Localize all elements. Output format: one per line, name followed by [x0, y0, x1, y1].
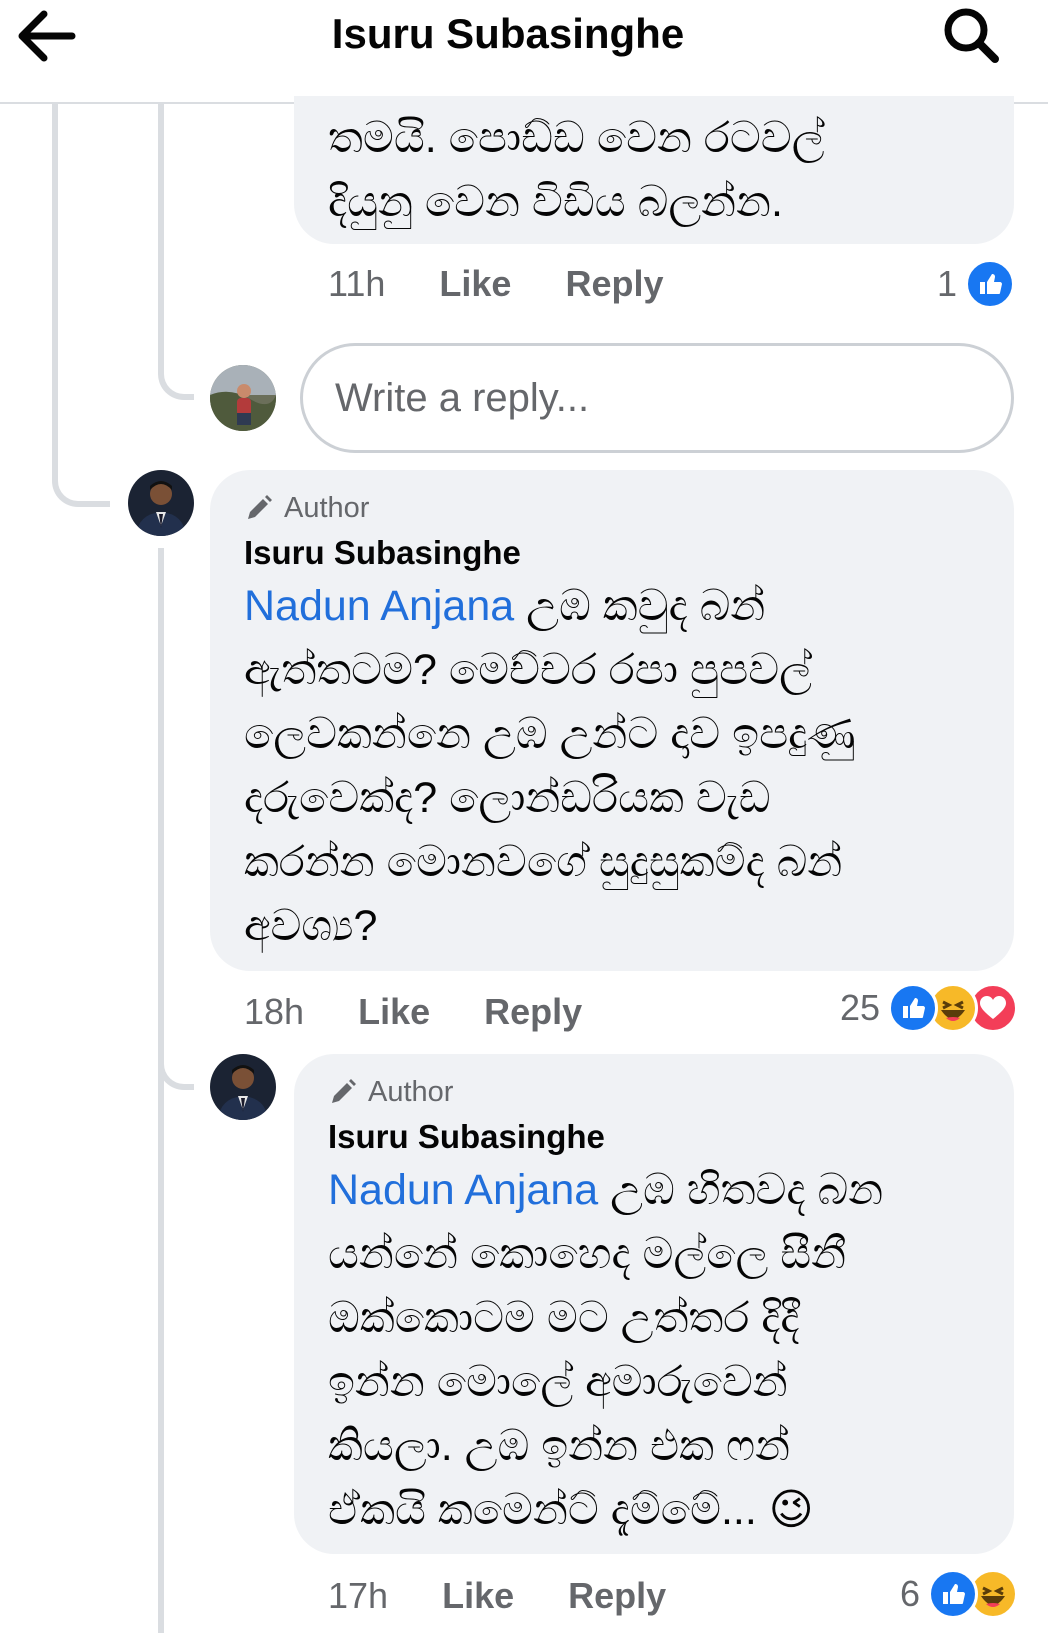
like-reaction-icon: [928, 1569, 978, 1619]
top-bar: Isuru Subasinghe: [0, 0, 1048, 104]
reply-button[interactable]: Reply: [568, 1572, 666, 1620]
thread-line-reply: [158, 548, 164, 1633]
comment-text-line: තමයි. පොඩ්ඩ වෙන රටවල්: [328, 114, 825, 162]
comment-text-segment: උඹ හිතවද බන: [598, 1166, 884, 1214]
author-badge: Author: [328, 1074, 453, 1110]
reaction-count: 25: [839, 987, 880, 1028]
comment-text: තමයි. පොඩ්ඩ වෙන රටවල් දියුනු වෙන විඩිය බ…: [328, 106, 1008, 234]
thread-line-inner: [158, 104, 164, 374]
comment-time[interactable]: 17h: [328, 1572, 388, 1620]
comment-author-name[interactable]: Isuru Subasinghe: [244, 532, 521, 574]
author-avatar[interactable]: [128, 470, 194, 536]
comment-bubble: Author Isuru Subasinghe Nadun Anjana උඹ …: [294, 1054, 1014, 1554]
reaction-summary[interactable]: 25: [800, 980, 1018, 1036]
thread-connector-reply-box: [158, 350, 194, 400]
reaction-summary[interactable]: 1: [900, 256, 1015, 312]
comment-text-segment: උඹ කවුද බන්: [514, 582, 766, 630]
comment-text-line: ඔක්කොටම මට උත්තර දිදී: [328, 1294, 800, 1342]
like-button[interactable]: Like: [442, 1572, 514, 1620]
author-badge: Author: [244, 490, 369, 526]
mention-link[interactable]: Nadun Anjana: [244, 582, 514, 630]
comment-text-line: ඉන්න මොලේ අමාරුවෙන්: [328, 1358, 788, 1406]
comment-bubble: තමයි. පොඩ්ඩ වෙන රටවල් දියුනු වෙන විඩිය බ…: [294, 96, 1014, 244]
reply-button[interactable]: Reply: [565, 260, 663, 308]
reply-input[interactable]: [300, 343, 1014, 453]
comment-actions: 18h Like Reply: [244, 988, 744, 1036]
current-user-avatar: [210, 365, 276, 431]
comment-text-line: ඇත්තටම? මෙච්චර රපා පුපවල්: [244, 646, 812, 694]
author-badge-label: Author: [284, 492, 370, 524]
page-title: Isuru Subasinghe: [331, 10, 685, 57]
comment-text-line: ඒකයි කමෙන්ට් දැම්මේ... 😉: [328, 1486, 814, 1534]
thread-line-outer: [52, 104, 58, 464]
like-button[interactable]: Like: [358, 988, 430, 1036]
author-avatar[interactable]: [210, 1054, 276, 1120]
comment-time[interactable]: 18h: [244, 988, 304, 1036]
comment-actions: 11h Like Reply: [328, 260, 828, 308]
comment-text-line: Nadun Anjana උඹ හිතවද බන: [328, 1158, 1008, 1222]
comment-text: Nadun Anjana උඹ කවුද බන් ඇත්තටම? මෙච්චර …: [244, 574, 1004, 958]
comment-text-line: යන්නේ කොහෙද මල්ලෙ සීනී: [328, 1230, 847, 1278]
author-badge-label: Author: [368, 1076, 454, 1108]
reaction-count: 1: [936, 263, 957, 304]
comment-text-line: දරුවෙක්ද? ලොන්ඩරියක වැඩ: [244, 774, 771, 822]
search-icon: [944, 8, 999, 63]
comment-time[interactable]: 11h: [328, 260, 385, 308]
comment-author-name[interactable]: Isuru Subasinghe: [328, 1116, 605, 1158]
pencil-icon: [332, 1079, 356, 1103]
comment-text-line: කියලා. උඹ ඉන්න එක ෆන්: [328, 1422, 790, 1470]
comment-actions: 17h Like Reply: [328, 1572, 828, 1620]
pencil-icon: [248, 495, 272, 519]
thread-connector-outer: [52, 440, 110, 507]
reaction-count: 6: [899, 1573, 920, 1614]
like-reaction-icon: [965, 259, 1015, 309]
comment-text: Nadun Anjana උඹ හිතවද බන යන්නේ කොහෙද මල්…: [328, 1158, 1008, 1542]
like-button[interactable]: Like: [439, 260, 511, 308]
comment-text-line: කරන්න මොනවගේ සුදුසුකම්ද බන්: [244, 838, 843, 886]
reply-button[interactable]: Reply: [484, 988, 582, 1036]
comment-text-line: දියුනු වෙන විඩිය බලන්න.: [328, 178, 783, 226]
mention-link[interactable]: Nadun Anjana: [328, 1166, 598, 1214]
like-reaction-icon: [888, 983, 938, 1033]
reaction-summary[interactable]: 6: [860, 1566, 1018, 1622]
comment-text-line: ලෙවකන්නෙ උඹ උන්ට දාව ඉපදුණු: [244, 710, 856, 758]
comment-text-line: Nadun Anjana උඹ කවුද බන්: [244, 574, 1004, 638]
comment-text-line: අවශ්‍ය?: [244, 902, 378, 950]
comment-bubble: Author Isuru Subasinghe Nadun Anjana උඹ …: [210, 470, 1014, 971]
search-button[interactable]: [935, 2, 1007, 68]
